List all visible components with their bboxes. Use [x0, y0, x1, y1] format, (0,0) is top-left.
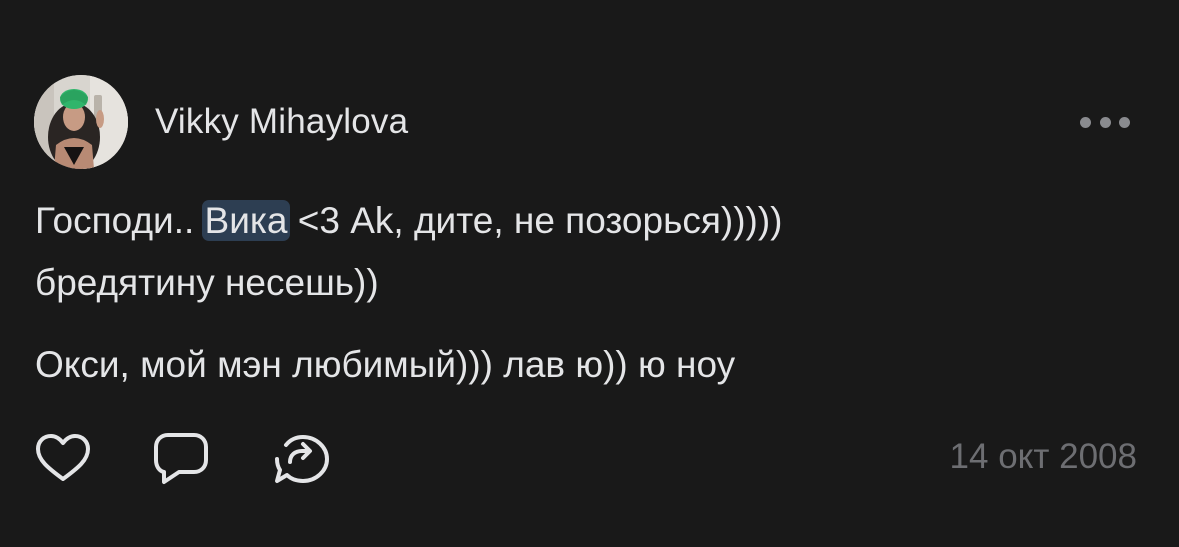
dot — [1099, 116, 1111, 128]
dot — [1119, 116, 1130, 128]
post-card: Vikky Mihaylova Господи.. Вика <3 Ak, ди… — [0, 0, 1179, 547]
author-name[interactable]: Vikky Mihaylova — [155, 100, 408, 144]
mention-link[interactable]: Вика — [201, 200, 291, 241]
share-icon — [275, 435, 329, 483]
comment-icon — [154, 433, 208, 484]
post-date: 14 окт 2008 — [949, 437, 1137, 476]
avatar-photo-icon — [34, 75, 128, 169]
post-text-line-3: Окси, мой мэн любимый))) лав ю)) ю ноу — [35, 344, 736, 385]
dot — [1080, 116, 1091, 128]
heart-icon — [36, 434, 90, 481]
share-button[interactable] — [272, 430, 330, 488]
post-text-before-mention: Господи.. — [35, 200, 205, 241]
post-text-after-mention: <3 Ak, дите, не позорься))))) — [287, 200, 783, 241]
more-dots-icon[interactable] — [1080, 112, 1130, 132]
author-avatar[interactable] — [34, 75, 128, 169]
post-text-line-2: бредятину несешь)) — [35, 262, 379, 303]
post-text-line-1: Господи.. Вика <3 Ak, дите, не позорься)… — [35, 198, 783, 244]
like-button[interactable] — [34, 430, 92, 488]
comment-button[interactable] — [152, 430, 210, 488]
